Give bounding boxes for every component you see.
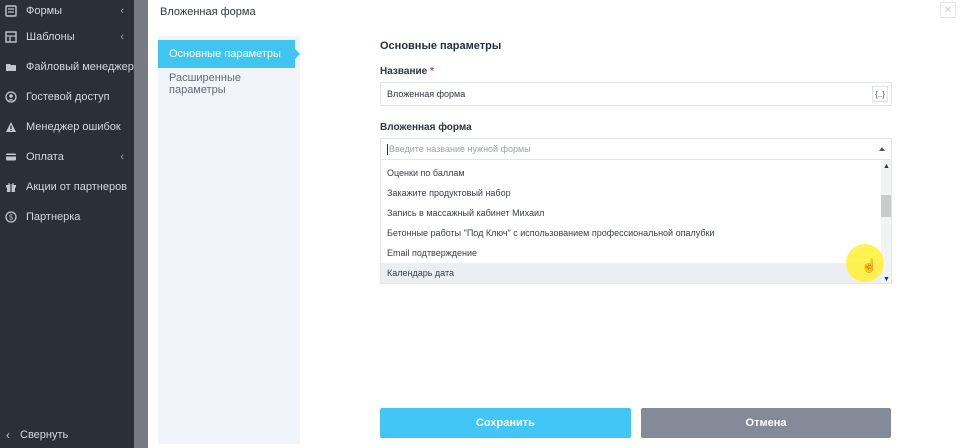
- name-label-text: Название: [380, 66, 428, 77]
- chevron-left-icon: ‹: [120, 5, 124, 17]
- chevron-left-icon: ‹: [120, 151, 124, 163]
- sidebar-item-partner-promos[interactable]: Акции от партнеров: [0, 172, 134, 202]
- sidebar-item-affiliate[interactable]: $ Партнерка: [0, 202, 134, 232]
- hand-cursor-icon: ☝: [861, 258, 878, 273]
- sidebar-item-label: Гостевой доступ: [26, 91, 110, 103]
- sidebar-item-forms[interactable]: Формы ‹: [0, 0, 134, 22]
- nested-form-modal: Вложенная форма ✕ Основные параметры Рас…: [148, 0, 960, 448]
- nested-form-label: Вложенная форма: [380, 122, 472, 133]
- sidebar-menu: Формы ‹ Шаблоны ‹ Файловый менеджер Гост…: [0, 0, 134, 232]
- settings-tabs: Основные параметры Расширенные параметры: [158, 36, 300, 444]
- sidebar-item-label: Шаблоны: [26, 31, 75, 43]
- section-title: Основные параметры: [380, 40, 502, 52]
- cancel-button[interactable]: Отмена: [641, 408, 891, 438]
- svg-text:$: $: [9, 213, 14, 222]
- sidebar-item-templates[interactable]: Шаблоны ‹: [0, 22, 134, 52]
- scrollbar-thumb[interactable]: [881, 195, 891, 217]
- collapse-label: Свернуть: [20, 429, 69, 441]
- forms-icon: [4, 4, 18, 18]
- name-input[interactable]: Вложенная форма {..}: [380, 82, 892, 106]
- payment-icon: [4, 150, 18, 164]
- guest-access-icon: [4, 90, 18, 104]
- nested-form-search-input[interactable]: Введите название нужной формы: [380, 138, 892, 160]
- chevron-up-icon[interactable]: [879, 147, 885, 151]
- dropdown-option[interactable]: Email подтверждение: [381, 243, 891, 263]
- sidebar-item-payment[interactable]: Оплата ‹: [0, 142, 134, 172]
- tab-basic-params[interactable]: Основные параметры: [158, 40, 300, 68]
- warning-icon: [4, 120, 18, 134]
- file-manager-icon: [4, 60, 18, 74]
- dropdown-option[interactable]: Бетонные работы "Под Ключ" с использован…: [381, 223, 891, 243]
- chevron-left-icon: ‹: [120, 31, 124, 43]
- sidebar-item-label: Партнерка: [26, 211, 81, 223]
- scroll-up-icon[interactable]: ▲: [883, 163, 890, 170]
- sidebar-item-file-manager[interactable]: Файловый менеджер: [0, 52, 134, 82]
- dropdown-option[interactable]: Закажите продуктовый набор: [381, 183, 891, 203]
- dropdown-option[interactable]: Запись в массажный кабинет Михаил: [381, 203, 891, 223]
- tab-advanced-params[interactable]: Расширенные параметры: [158, 70, 300, 98]
- sidebar: Формы ‹ Шаблоны ‹ Файловый менеджер Гост…: [0, 0, 134, 448]
- sidebar-item-label: Менеджер ошибок: [26, 121, 121, 133]
- required-mark: *: [429, 66, 434, 77]
- search-placeholder: Введите название нужной формы: [389, 144, 531, 154]
- templates-icon: [4, 30, 18, 44]
- text-caret: [387, 143, 388, 155]
- dropdown-option[interactable]: Оценки по баллам: [381, 163, 891, 183]
- settings-form: Основные параметры Название * Вложенная …: [380, 40, 892, 284]
- chevron-left-icon: ‹: [6, 428, 10, 442]
- dollar-icon: $: [4, 210, 18, 224]
- dropdown-option-hovered[interactable]: Календарь дата: [381, 263, 881, 283]
- name-input-value: Вложенная форма: [387, 89, 466, 99]
- sidebar-item-label: Акции от партнеров: [26, 181, 128, 193]
- sidebar-item-label: Оплата: [26, 151, 64, 163]
- nested-form-dropdown: Оценки по баллам Закажите продуктовый на…: [380, 160, 892, 284]
- sidebar-item-label: Формы: [26, 5, 63, 17]
- sidebar-item-guest-access[interactable]: Гостевой доступ: [0, 82, 134, 112]
- save-button[interactable]: Сохранить: [380, 408, 631, 438]
- gift-icon: [4, 180, 18, 194]
- name-field-label: Название *: [380, 66, 892, 77]
- page-overlay: [134, 0, 148, 448]
- sidebar-item-label: Файловый менеджер: [26, 61, 134, 73]
- modal-title: Вложенная форма: [160, 6, 256, 18]
- scroll-down-icon[interactable]: ▼: [883, 276, 890, 283]
- variables-button[interactable]: {..}: [872, 86, 888, 102]
- close-icon[interactable]: ✕: [940, 2, 956, 18]
- sidebar-collapse-button[interactable]: ‹ Свернуть: [0, 422, 134, 448]
- sidebar-item-error-manager[interactable]: Менеджер ошибок: [0, 112, 134, 142]
